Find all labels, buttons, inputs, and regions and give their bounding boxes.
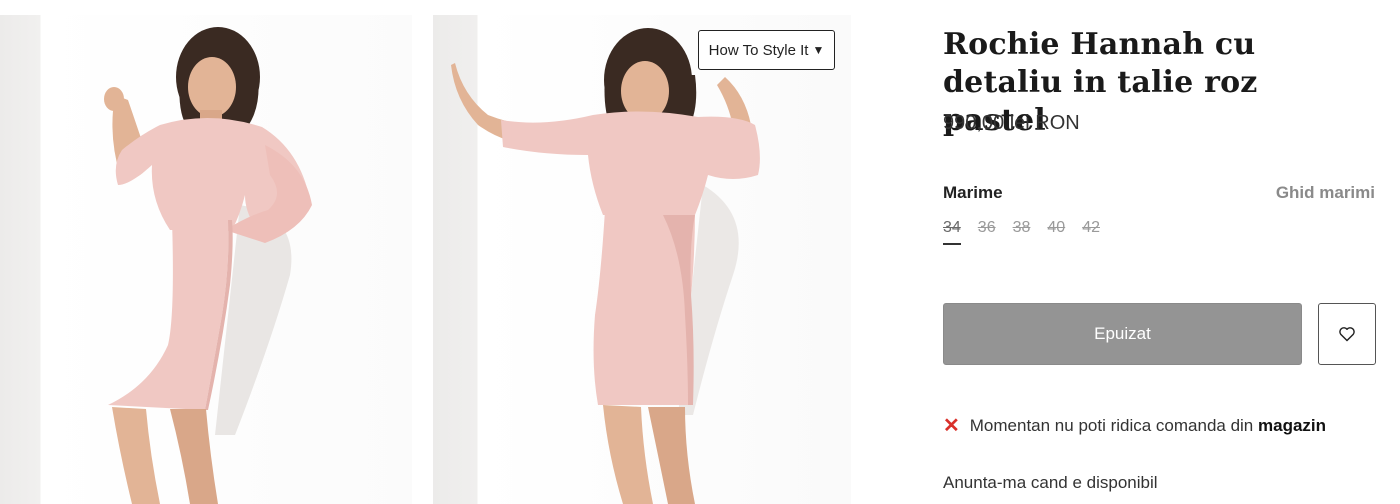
heart-icon — [1339, 327, 1355, 342]
size-option-42[interactable]: 42 — [1082, 219, 1100, 243]
how-to-style-it-label: How To Style It — [708, 41, 809, 59]
product-image-2[interactable] — [433, 15, 851, 504]
product-image-1[interactable] — [0, 15, 412, 504]
size-option-40[interactable]: 40 — [1047, 219, 1065, 243]
chevron-down-icon: ▼ — [812, 43, 825, 57]
x-icon: ✕ — [943, 415, 960, 437]
model-illustration-1 — [104, 27, 312, 504]
store-pickup-text: Momentan nu poti ridica comanda din maga… — [969, 416, 1327, 435]
size-guide-link[interactable]: Ghid marimi — [1276, 183, 1375, 203]
store-pickup-status: ✕ Momentan nu poti ridica comanda din ma… — [943, 416, 1326, 436]
size-option-38[interactable]: 38 — [1013, 219, 1031, 243]
model-illustration-2 — [451, 28, 760, 504]
size-option-36[interactable]: 36 — [978, 219, 996, 243]
size-options: 34 36 38 40 42 — [943, 219, 1100, 245]
size-option-34[interactable]: 34 — [943, 219, 961, 245]
sold-out-button[interactable]: Epuizat — [943, 303, 1302, 365]
store-pickup-place: magazin — [1258, 416, 1327, 435]
notify-when-available-link[interactable]: Anunta-ma cand e disponibil — [943, 473, 1158, 493]
wishlist-button[interactable] — [1318, 303, 1376, 365]
product-price: 990,00 lei RON — [943, 112, 1080, 134]
how-to-style-it-button[interactable]: How To Style It ▼ — [698, 30, 835, 70]
size-label: Marime — [943, 183, 1003, 202]
